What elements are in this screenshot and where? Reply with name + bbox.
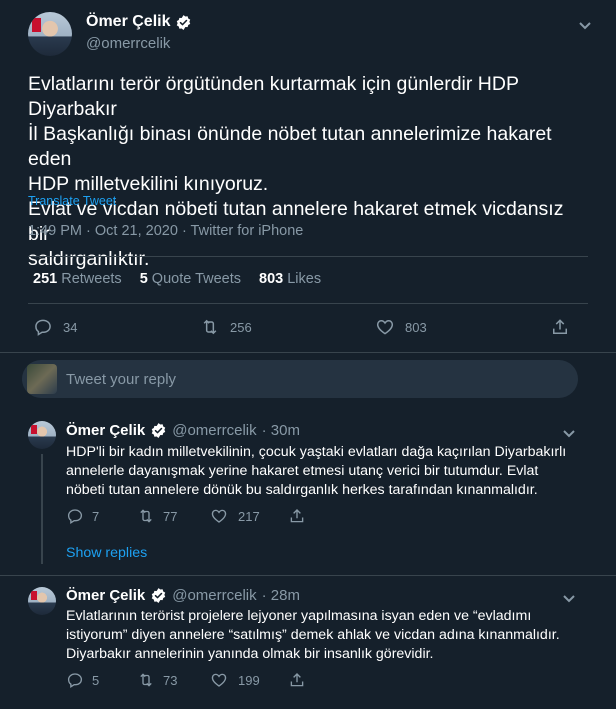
heart-icon [211, 673, 227, 687]
reply-text-line: Diyarbakır annelerinin yanında olmak bir… [66, 646, 434, 662]
reply-text: Evlatlarının terörist projelere lejyoner… [66, 607, 586, 664]
flag-icon [32, 18, 41, 32]
like-count: 803 [405, 319, 427, 335]
retweets-stat[interactable]: 251 Retweets [33, 271, 122, 287]
likes-stat[interactable]: 803 Likes [259, 271, 321, 287]
tweet-text: Evlatlarını terör örgütünden kurtarmak i… [28, 72, 588, 272]
tweet-stats: 251 Retweets 5 Quote Tweets 803 Likes [33, 271, 321, 287]
thread-line [41, 454, 43, 564]
verified-badge-icon [175, 14, 192, 31]
reply-text-line: istiyorum” diyen annelere “satılmış” dem… [66, 627, 560, 643]
reply-count: 7 [92, 508, 100, 524]
likes-label: Likes [287, 271, 322, 287]
show-replies-link[interactable]: Show replies [66, 545, 147, 561]
chevron-down-icon[interactable] [578, 18, 592, 32]
reply-time[interactable]: · 30m [262, 422, 300, 439]
heart-icon [211, 509, 227, 523]
share-button[interactable] [288, 507, 306, 525]
flag-icon [31, 425, 37, 434]
retweet-icon [203, 319, 217, 335]
tweet-text-line: Evlatlarını terör örgütünden kurtarmak i… [28, 73, 519, 120]
heart-icon [376, 319, 394, 335]
share-icon [290, 673, 304, 687]
reply-avatar[interactable] [28, 421, 56, 449]
reply-author-name[interactable]: Ömer Çelik [66, 422, 145, 439]
retweet-count: 256 [230, 319, 252, 335]
likes-count: 803 [259, 271, 284, 287]
author-handle[interactable]: @omerrcelik [86, 35, 170, 52]
share-button[interactable] [288, 671, 306, 689]
reply-text-line: annelerle dayanışmak yerine hakaret etme… [66, 463, 539, 479]
retweet-button[interactable]: 77 [137, 507, 177, 525]
reply-icon [35, 319, 51, 336]
reply-author-handle[interactable]: @omerrcelik [172, 422, 256, 439]
user-avatar [27, 364, 57, 394]
divider [28, 303, 588, 304]
tweet-text-line: İl Başkanlığı binası önünde nöbet tutan … [28, 123, 552, 170]
reply-text-line: Evlatlarının terörist projelere lejyoner… [66, 608, 532, 624]
divider [0, 352, 616, 353]
author-name[interactable]: Ömer Çelik [86, 13, 170, 31]
like-button[interactable]: 199 [210, 671, 260, 689]
translate-tweet-link[interactable]: Translate Tweet [28, 194, 116, 208]
reply-button[interactable]: 5 [66, 671, 99, 689]
reply-count: 34 [63, 319, 78, 335]
reply-time[interactable]: · 28m [262, 587, 300, 604]
reply-icon [67, 509, 83, 524]
flag-icon [31, 591, 37, 600]
retweets-label: Retweets [61, 271, 122, 287]
retweet-count: 77 [163, 508, 178, 524]
author-avatar[interactable] [28, 12, 72, 56]
reply-text-line: nöbeti tutan annelere dönük bu saldırgan… [66, 482, 538, 498]
reply-text-line: HDP'li bir kadın milletvekilinin, çocuk … [66, 444, 567, 460]
retweet-icon [140, 673, 152, 687]
reply-author-handle[interactable]: @omerrcelik [172, 587, 256, 604]
chevron-down-icon[interactable] [562, 426, 576, 440]
quote-label: Quote Tweets [151, 271, 241, 287]
tweet-timestamp[interactable]: 1:49 PM · Oct 21, 2020 · Twitter for iPh… [28, 223, 303, 239]
reply-icon [67, 673, 83, 688]
reply-avatar[interactable] [28, 587, 56, 615]
verified-badge-icon [150, 422, 167, 439]
reply-text: HDP'li bir kadın milletvekilinin, çocuk … [66, 443, 586, 500]
tweet-text-line: saldırganlıktır. [28, 248, 150, 270]
like-button[interactable]: 803 [375, 317, 427, 337]
chevron-down-icon[interactable] [562, 591, 576, 605]
verified-badge-icon [150, 587, 167, 604]
share-icon [290, 509, 304, 523]
retweet-icon [140, 509, 152, 523]
like-button[interactable]: 217 [210, 507, 260, 525]
reply-button[interactable]: 7 [66, 507, 99, 525]
divider [28, 256, 588, 257]
like-count: 199 [238, 672, 260, 688]
quote-tweets-stat[interactable]: 5 Quote Tweets [140, 271, 241, 287]
reply-button[interactable]: 34 [33, 317, 77, 337]
retweet-count: 73 [163, 672, 178, 688]
share-icon [553, 319, 567, 334]
reply-count: 5 [92, 672, 100, 688]
retweet-button[interactable]: 73 [137, 671, 177, 689]
reply-input[interactable]: Tweet your reply [66, 371, 176, 388]
retweets-count: 251 [33, 271, 58, 287]
like-count: 217 [238, 508, 260, 524]
divider [0, 575, 616, 576]
share-button[interactable] [550, 317, 570, 337]
retweet-button[interactable]: 256 [200, 317, 252, 337]
reply-author-name[interactable]: Ömer Çelik [66, 587, 145, 604]
quote-count: 5 [139, 271, 148, 287]
